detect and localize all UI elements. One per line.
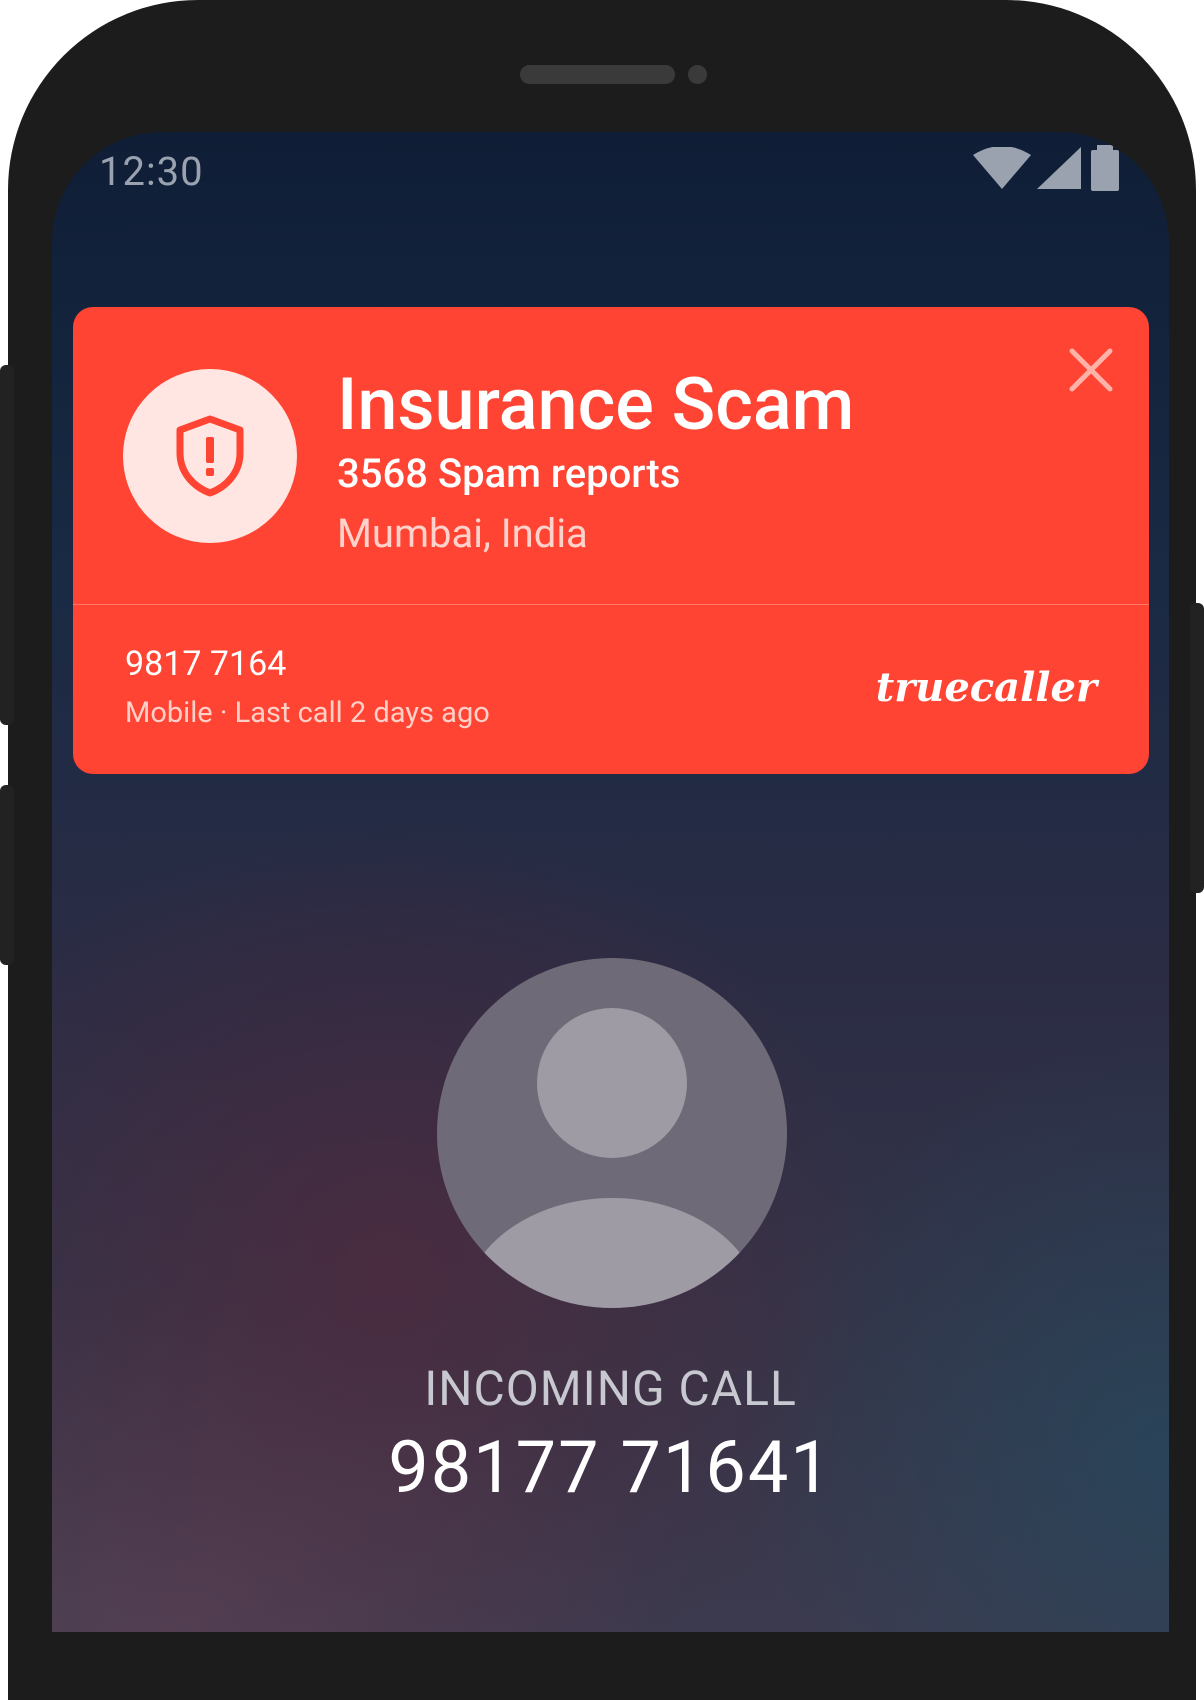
front-camera [688, 65, 707, 84]
status-icons [973, 145, 1123, 191]
power-button [1190, 603, 1204, 893]
phone-screen: 12:30 Insurance Scam 3568 Spam reports M… [52, 132, 1169, 1632]
spam-title: Insurance Scam [337, 362, 855, 447]
caller-id-card[interactable]: Insurance Scam 3568 Spam reports Mumbai,… [73, 307, 1149, 774]
incoming-call-label: INCOMING CALL [424, 1360, 797, 1417]
person-avatar-icon [437, 958, 787, 1308]
close-icon [1069, 348, 1113, 392]
avatar-head [537, 1008, 687, 1158]
phone-frame: 12:30 Insurance Scam 3568 Spam reports M… [8, 0, 1196, 1700]
status-time: 12:30 [99, 148, 204, 195]
caller-id-header: Insurance Scam 3568 Spam reports Mumbai,… [73, 307, 1149, 605]
volume-button [0, 365, 14, 725]
spam-report-count: 3568 Spam reports [337, 450, 681, 497]
side-button [0, 785, 14, 965]
shield-alert-icon [176, 415, 244, 497]
truecaller-logo: truecaller [875, 664, 1097, 711]
signal-icon [1037, 147, 1081, 189]
call-meta: Mobile · Last call 2 days ago [125, 696, 490, 730]
close-button[interactable] [1063, 342, 1119, 398]
battery-icon [1091, 145, 1119, 191]
incoming-call-number: 98177 71641 [388, 1425, 833, 1510]
avatar-body [462, 1198, 762, 1308]
card-divider [73, 604, 1149, 605]
earpiece-speaker [520, 65, 675, 84]
caller-location: Mumbai, India [337, 510, 588, 557]
spam-avatar [123, 369, 297, 543]
wifi-icon [973, 147, 1031, 189]
card-phone-number: 9817 7164 [125, 644, 287, 684]
